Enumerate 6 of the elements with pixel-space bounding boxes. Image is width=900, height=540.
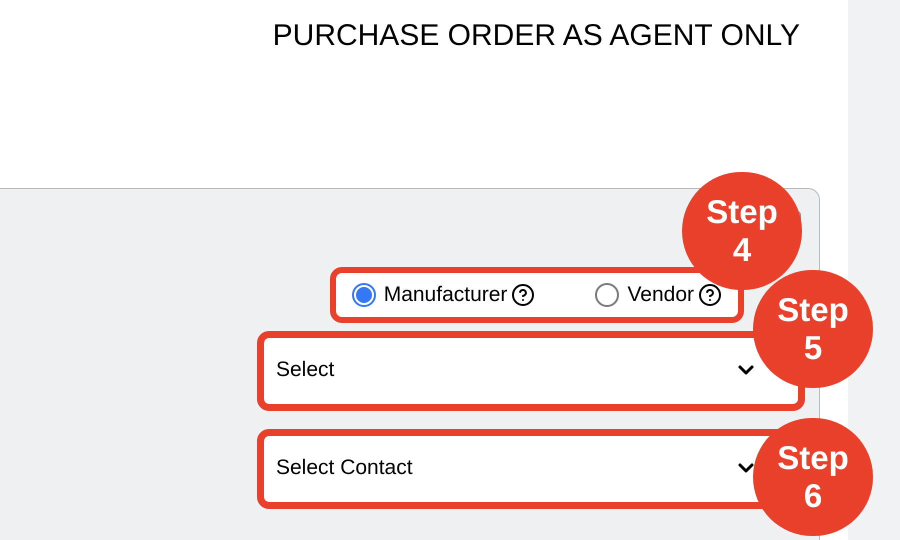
step-label: Step: [706, 193, 778, 231]
step-number: 5: [804, 329, 822, 367]
step-number: 6: [804, 477, 822, 515]
page-title: PURCHASE ORDER AS AGENT ONLY: [272, 18, 800, 54]
step-number: 4: [732, 231, 752, 269]
step-label: Step: [777, 291, 849, 329]
